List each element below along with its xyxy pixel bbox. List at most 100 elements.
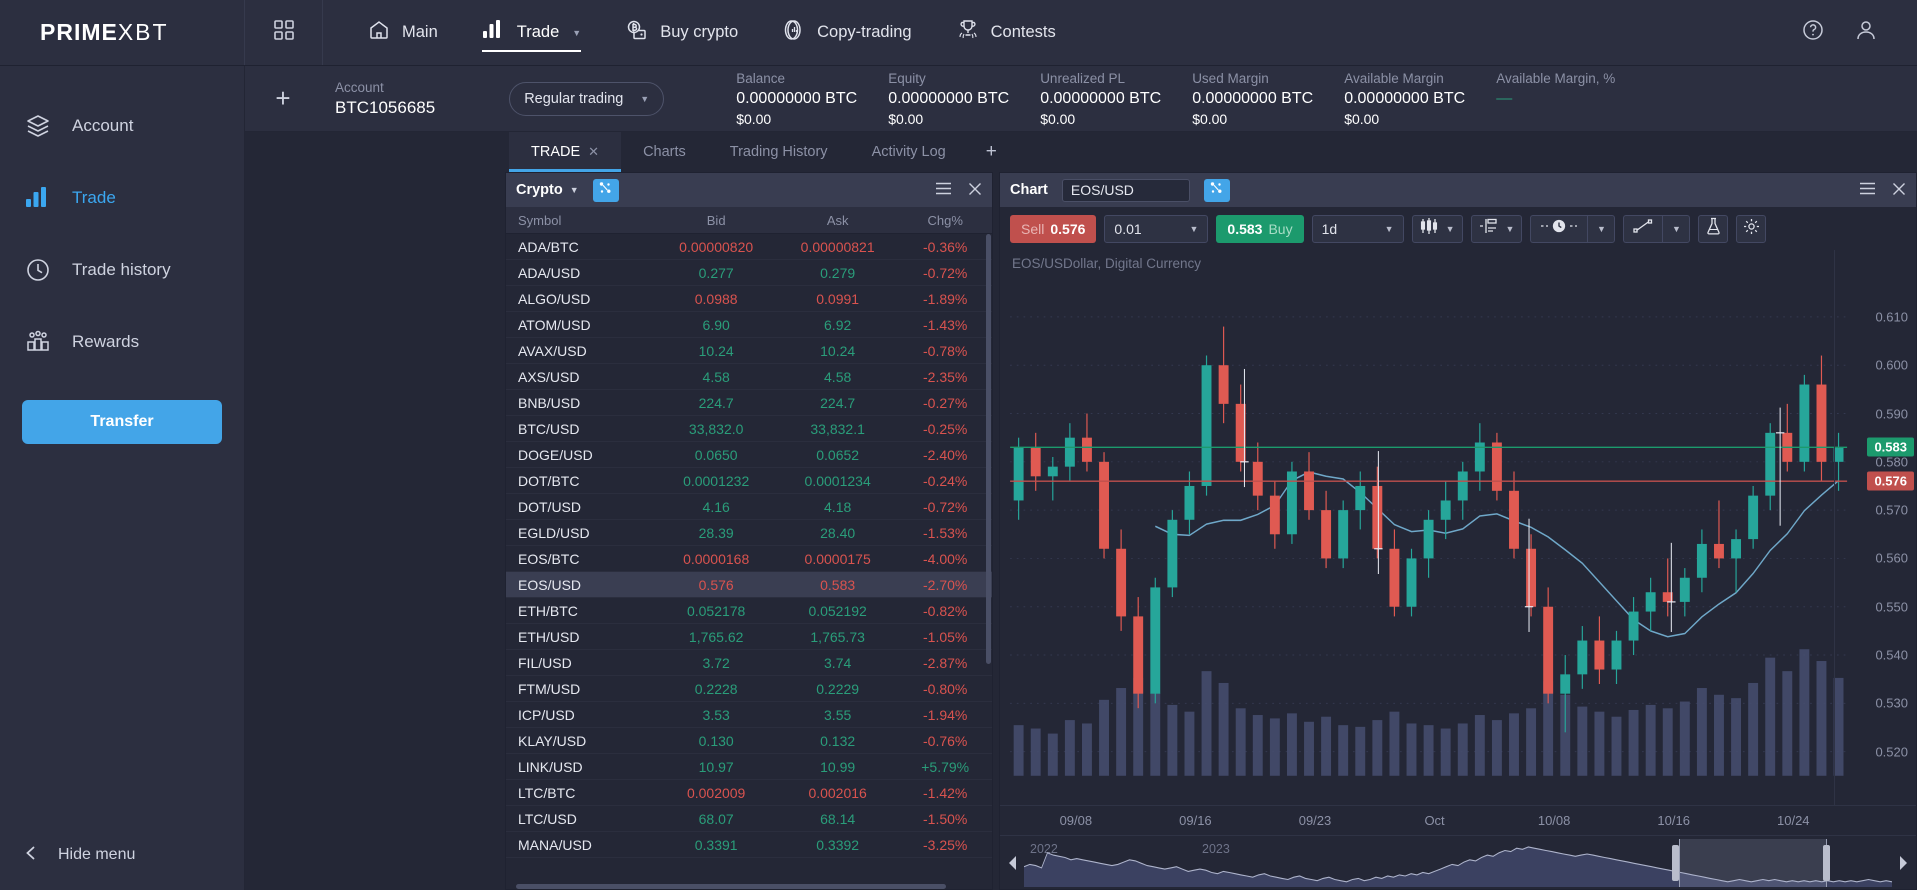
close-icon[interactable]: ✕ xyxy=(588,144,599,160)
chart-price-axis[interactable]: 0.520 0.530 0.540 0.550 0.560 0.570 0.580 0.590… xyxy=(1834,250,1916,805)
table-row[interactable]: MANA/USD 0.3391 0.3392 -3.25% xyxy=(506,832,992,858)
profile-button[interactable] xyxy=(1853,17,1879,48)
table-row[interactable]: ETH/BTC 0.052178 0.052192 -0.82% xyxy=(506,598,992,624)
trendline-tool-button[interactable] xyxy=(1623,214,1663,243)
help-button[interactable] xyxy=(1801,18,1825,47)
crypto-horizontal-scrollbar[interactable] xyxy=(516,884,946,889)
cell-chg: -0.76% xyxy=(923,732,968,749)
navigator-handle-right[interactable] xyxy=(1823,844,1831,881)
table-row[interactable]: EOS/BTC 0.0000168 0.0000175 -4.00% xyxy=(506,546,992,572)
chart-canvas-area[interactable]: EOS/USDollar, Digital Currency 0.520 0.53… xyxy=(1000,250,1916,805)
sidebar-item-trade[interactable]: Trade xyxy=(0,162,244,234)
transfer-button[interactable]: Transfer xyxy=(22,400,222,444)
add-tab-button[interactable]: + xyxy=(968,132,1015,172)
crypto-watchlist-panel: Crypto ▼ Symbol Bid Ask Chg% ADA/BTC 0.0… xyxy=(505,172,993,890)
chart-symbol-input[interactable]: EOS/USD xyxy=(1061,178,1190,202)
chart-panel-header: Chart EOS/USD xyxy=(1000,173,1916,207)
account-block[interactable]: Account BTC1056685 xyxy=(307,79,435,119)
nav-item-buy-crypto[interactable]: Buy crypto xyxy=(603,0,760,65)
stat-sub: $0.00 xyxy=(1192,110,1228,127)
table-row[interactable]: BNB/USD 224.7 224.7 -0.27% xyxy=(506,390,992,416)
navigator-handle-left[interactable] xyxy=(1671,844,1679,881)
hamburger-icon[interactable] xyxy=(1859,182,1876,198)
column-symbol[interactable]: Symbol xyxy=(506,213,655,228)
table-row[interactable]: LTC/BTC 0.002009 0.002016 -1.42% xyxy=(506,780,992,806)
table-row[interactable]: ICP/USD 3.53 3.55 -1.94% xyxy=(506,702,992,728)
tab-activity-log[interactable]: Activity Log xyxy=(850,132,968,172)
table-row[interactable]: ADA/USD 0.277 0.279 -0.72% xyxy=(506,260,992,286)
navigator-timeline[interactable]: 2022 2023 xyxy=(1024,838,1892,887)
table-row[interactable]: LTC/USD 68.07 68.14 -1.50% xyxy=(506,806,992,832)
table-row[interactable]: ATOM/USD 6.90 6.92 -1.43% xyxy=(506,312,992,338)
table-row[interactable]: AVAX/USD 10.24 10.24 -0.78% xyxy=(506,338,992,364)
nav-item-contests[interactable]: Contests xyxy=(934,0,1078,65)
table-row[interactable]: FIL/USD 3.72 3.74 -2.87% xyxy=(506,650,992,676)
buy-button[interactable]: 0.583 Buy xyxy=(1216,214,1304,243)
table-row[interactable]: DOGE/USD 0.0650 0.0652 -2.40% xyxy=(506,442,992,468)
add-account-button[interactable]: + xyxy=(259,66,307,131)
navigator-left-arrow[interactable] xyxy=(1002,855,1024,870)
price-marker-bid[interactable]: 0.576 xyxy=(1867,471,1914,491)
navigator-right-arrow[interactable] xyxy=(1892,855,1914,870)
cell-bid: 4.58 xyxy=(702,368,730,385)
sell-button[interactable]: Sell 0.576 xyxy=(1010,214,1097,243)
hamburger-icon[interactable] xyxy=(935,182,952,198)
cell-bid: 3.72 xyxy=(702,654,730,671)
cell-bid: 4.16 xyxy=(702,498,730,515)
crypto-panel-title-dropdown[interactable]: Crypto ▼ xyxy=(516,182,579,198)
table-row[interactable]: EOS/USD 0.576 0.583 -2.70% xyxy=(506,572,992,598)
column-bid[interactable]: Bid xyxy=(655,213,776,228)
quantity-select[interactable]: 0.01 ▼ xyxy=(1104,214,1209,243)
drawing-tool-group: ▼ xyxy=(1623,214,1691,243)
cell-bid: 33,832.0 xyxy=(688,420,744,437)
top-right-actions xyxy=(1801,0,1917,65)
close-icon[interactable] xyxy=(1892,182,1906,199)
assets-filter-button[interactable] xyxy=(592,178,619,202)
cell-ask: 0.279 xyxy=(820,264,856,281)
table-row[interactable]: ADA/BTC 0.00000820 0.00000821 -0.36% xyxy=(506,234,992,260)
tab-trading-history[interactable]: Trading History xyxy=(708,132,850,172)
chart-assets-filter-button[interactable] xyxy=(1203,178,1230,202)
column-chg[interactable]: Chg% xyxy=(898,213,992,228)
sidebar-item-trade-history[interactable]: Trade history xyxy=(0,234,244,306)
nav-item-main[interactable]: Main xyxy=(345,0,460,65)
crypto-vertical-scrollbar[interactable] xyxy=(986,234,991,664)
brand-logo-area[interactable]: PRIMEXBT xyxy=(0,0,245,65)
stat-value: 0.00000000 BTC xyxy=(1192,89,1314,107)
apps-grid-button[interactable] xyxy=(245,0,323,65)
chart-type-select[interactable]: ▼ xyxy=(1411,214,1463,243)
time-tool-button[interactable] xyxy=(1530,214,1588,243)
nav-item-copy-trading[interactable]: Copy-trading xyxy=(760,0,933,65)
tab-trade[interactable]: TRADE ✕ xyxy=(509,132,622,172)
table-row[interactable]: DOT/BTC 0.0001232 0.0001234 -0.24% xyxy=(506,468,992,494)
studies-button[interactable] xyxy=(1698,214,1729,243)
timeframe-select[interactable]: 1d ▼ xyxy=(1311,214,1404,243)
nav-item-trade[interactable]: Trade ▼ xyxy=(460,0,603,65)
tab-charts[interactable]: Charts xyxy=(621,132,708,172)
table-row[interactable]: DOT/USD 4.16 4.18 -0.72% xyxy=(506,494,992,520)
cell-ask: 1,765.73 xyxy=(810,628,865,645)
chart-settings-button[interactable] xyxy=(1736,214,1767,243)
cell-bid: 68.07 xyxy=(698,810,734,827)
hide-menu-button[interactable]: Hide menu xyxy=(0,820,244,890)
navigator-selection-window[interactable] xyxy=(1679,838,1827,887)
price-marker-ask[interactable]: 0.583 xyxy=(1867,437,1914,457)
sidebar-item-rewards[interactable]: Rewards xyxy=(0,306,244,378)
chart-plot xyxy=(1010,316,1848,776)
stat-equity: Equity 0.00000000 BTC $0.00 xyxy=(888,69,1040,129)
sidebar-item-account[interactable]: Account xyxy=(0,90,244,162)
table-row[interactable]: ALGO/USD 0.0988 0.0991 -1.89% xyxy=(506,286,992,312)
close-icon[interactable] xyxy=(968,182,982,199)
table-row[interactable]: BTC/USD 33,832.0 33,832.1 -0.25% xyxy=(506,416,992,442)
trading-mode-select[interactable]: Regular trading ▼ xyxy=(509,81,665,116)
table-row[interactable]: FTM/USD 0.2228 0.2229 -0.80% xyxy=(506,676,992,702)
table-row[interactable]: KLAY/USD 0.130 0.132 -0.76% xyxy=(506,728,992,754)
table-row[interactable]: ETH/USD 1,765.62 1,765.73 -1.05% xyxy=(506,624,992,650)
indicators-select[interactable]: ▼ xyxy=(1470,214,1523,243)
table-row[interactable]: EGLD/USD 28.39 28.40 -1.53% xyxy=(506,520,992,546)
time-tool-dropdown[interactable]: ▼ xyxy=(1587,214,1616,243)
drawing-tool-dropdown[interactable]: ▼ xyxy=(1662,214,1691,243)
table-row[interactable]: AXS/USD 4.58 4.58 -2.35% xyxy=(506,364,992,390)
table-row[interactable]: LINK/USD 10.97 10.99 +5.79% xyxy=(506,754,992,780)
column-ask[interactable]: Ask xyxy=(777,213,898,228)
